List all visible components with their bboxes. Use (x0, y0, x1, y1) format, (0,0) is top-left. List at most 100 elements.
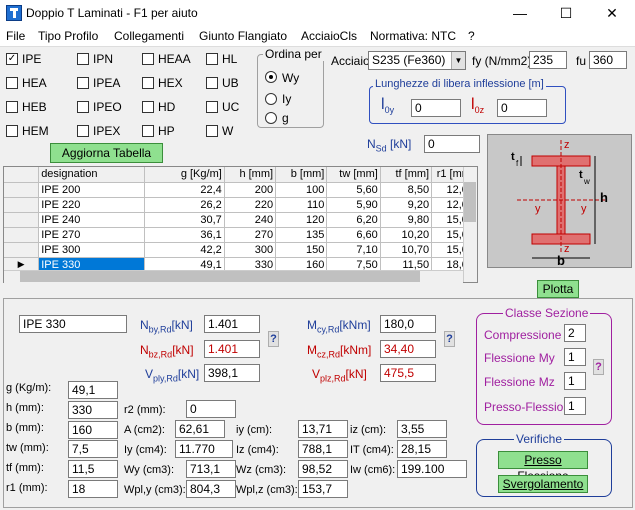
table-cell[interactable]: 150 (275, 242, 328, 258)
classe-help-button[interactable]: ? (593, 359, 604, 375)
table-cell[interactable]: 22,4 (144, 182, 225, 198)
profile-checkbox-hem[interactable] (6, 125, 18, 137)
table-cell[interactable]: 300 (224, 242, 277, 258)
table-cell[interactable]: 120 (275, 212, 328, 228)
table-row[interactable]: IPE 270 36,1 270 135 6,60 10,20 15,00 (4, 227, 477, 243)
profile-label-hl: HL (222, 52, 238, 66)
mcy-label: Mcy,Rd[kNm] (307, 318, 371, 335)
table-cell[interactable]: IPE 240 (38, 212, 145, 228)
table-cell[interactable]: 270 (224, 227, 277, 243)
close-button[interactable]: ✕ (589, 0, 635, 26)
profile-label-uc: UC (222, 100, 240, 114)
profile-checkbox-hea[interactable] (6, 77, 18, 89)
table-cell[interactable]: 5,60 (326, 182, 381, 198)
table-cell[interactable]: IPE 270 (38, 227, 145, 243)
profile-checkbox-w[interactable] (206, 125, 218, 137)
table-header-row: designation g [Kg/m] h [mm] b [mm] tw [mm] tf… (4, 167, 477, 183)
table-row[interactable]: IPE 240 30,7 240 120 6,20 9,80 15,00 (4, 212, 477, 228)
table-cell[interactable]: 42,2 (144, 242, 225, 258)
maximize-button[interactable]: ☐ (543, 0, 589, 26)
profile-checkbox-uc[interactable] (206, 101, 218, 113)
nsd-label-unit: [kN] (390, 137, 412, 151)
g-label: g (Kg/m): (6, 382, 52, 394)
table-cell[interactable]: 6,60 (326, 227, 381, 243)
tf-field: 11,5 (68, 460, 118, 478)
table-row[interactable]: IPE 300 42,2 300 150 7,10 10,70 15,00 (4, 242, 477, 258)
b-field: 160 (68, 421, 118, 439)
resist-help-button-left[interactable]: ? (268, 331, 279, 347)
table-cell[interactable]: 9,80 (380, 212, 433, 228)
fy-input[interactable]: 235 (529, 51, 567, 69)
table-cell[interactable]: 135 (275, 227, 328, 243)
table-hscroll-thumb[interactable] (20, 271, 420, 282)
menu-collegamenti[interactable]: Collegamenti (114, 29, 184, 43)
table-scroll-thumb[interactable] (464, 182, 476, 222)
table-cell[interactable]: 200 (224, 182, 277, 198)
row-indicator (4, 182, 40, 198)
profile-checkbox-hl[interactable] (206, 53, 218, 65)
table-cell[interactable]: 100 (275, 182, 328, 198)
resist-help-button-right[interactable]: ? (444, 331, 455, 347)
menu-file[interactable]: File (6, 29, 25, 43)
profile-label-ipex: IPEX (93, 124, 121, 138)
profile-checkbox-hp[interactable] (142, 125, 154, 137)
table-cell[interactable]: 7,10 (326, 242, 381, 258)
nsd-input[interactable]: 0 (424, 135, 480, 153)
profile-checkbox-ipeo[interactable] (77, 101, 89, 113)
table-cell[interactable]: 240 (224, 212, 277, 228)
profile-checkbox-ub[interactable] (206, 77, 218, 89)
table-cell[interactable]: 26,2 (144, 197, 225, 213)
row-indicator (4, 227, 40, 243)
l0y-input[interactable]: 0 (411, 99, 461, 117)
table-cell[interactable]: 5,90 (326, 197, 381, 213)
order-label-wy: Wy (282, 71, 300, 85)
mcz-label: Mcz,Rd[kNm] (307, 343, 372, 360)
table-cell[interactable]: 30,7 (144, 212, 225, 228)
profile-checkbox-ipn[interactable] (77, 53, 89, 65)
l0z-input[interactable]: 0 (497, 99, 547, 117)
menu-giunto-flangiato[interactable]: Giunto Flangiato (199, 29, 287, 43)
profile-checkbox-ipea[interactable] (77, 77, 89, 89)
nby-label: Nby,Rd[kN] (140, 318, 193, 335)
table-cell[interactable]: IPE 200 (38, 182, 145, 198)
table-row[interactable]: IPE 220 26,2 220 110 5,90 9,20 12,00 (4, 197, 477, 213)
presso-flessione-label: Presso-Flessione (484, 400, 577, 414)
y-label-left: y (535, 203, 541, 215)
fu-input[interactable]: 360 (589, 51, 627, 69)
table-cell[interactable]: 220 (224, 197, 277, 213)
menu-normativa[interactable]: Normativa: NTC (370, 29, 456, 43)
minimize-button[interactable]: — (497, 0, 543, 26)
profiles-table[interactable]: designation g [Kg/m] h [mm] b [mm] tw [mm] tf… (3, 166, 478, 283)
menu-help[interactable]: ? (468, 29, 475, 43)
table-row[interactable]: IPE 200 22,4 200 100 5,60 8,50 12,00 (4, 182, 477, 198)
menu-acciaiocls[interactable]: AcciaioCls (301, 29, 357, 43)
menu-tipo-profilo[interactable]: Tipo Profilo (38, 29, 98, 43)
plot-button[interactable]: Plotta (537, 280, 579, 298)
profile-checkbox-hex[interactable] (142, 77, 154, 89)
table-cell[interactable]: IPE 220 (38, 197, 145, 213)
table-header-2: h [mm] (224, 167, 277, 183)
table-cell[interactable]: IPE 300 (38, 242, 145, 258)
table-cell[interactable]: 110 (275, 197, 328, 213)
table-cell[interactable]: 10,20 (380, 227, 433, 243)
table-cell[interactable]: 8,50 (380, 182, 433, 198)
order-radio-g[interactable] (265, 112, 277, 124)
presso-flessione-button[interactable]: Presso Flessione (498, 451, 588, 483)
svergolamento-button[interactable]: Svergolamento (498, 475, 588, 493)
profile-checkbox-ipex[interactable] (77, 125, 89, 137)
table-cell[interactable]: 9,20 (380, 197, 433, 213)
profile-checkbox-heaa[interactable] (142, 53, 154, 65)
l0y-label: l0y (381, 96, 395, 116)
order-radio-wy[interactable] (265, 71, 277, 83)
order-radio-iy[interactable] (265, 93, 277, 105)
chevron-down-icon[interactable]: ▼ (451, 52, 465, 69)
profile-label-hem: HEM (22, 124, 49, 138)
table-cell[interactable]: 36,1 (144, 227, 225, 243)
table-cell[interactable]: 10,70 (380, 242, 433, 258)
steel-select-value: S235 (Fe360) (372, 53, 446, 67)
profile-checkbox-hd[interactable] (142, 101, 154, 113)
table-cell[interactable]: 6,20 (326, 212, 381, 228)
update-table-button[interactable]: Aggiorna Tabella (50, 143, 163, 163)
profile-checkbox-heb[interactable] (6, 101, 18, 113)
profile-checkbox-ipe[interactable]: ✓ (6, 53, 18, 65)
